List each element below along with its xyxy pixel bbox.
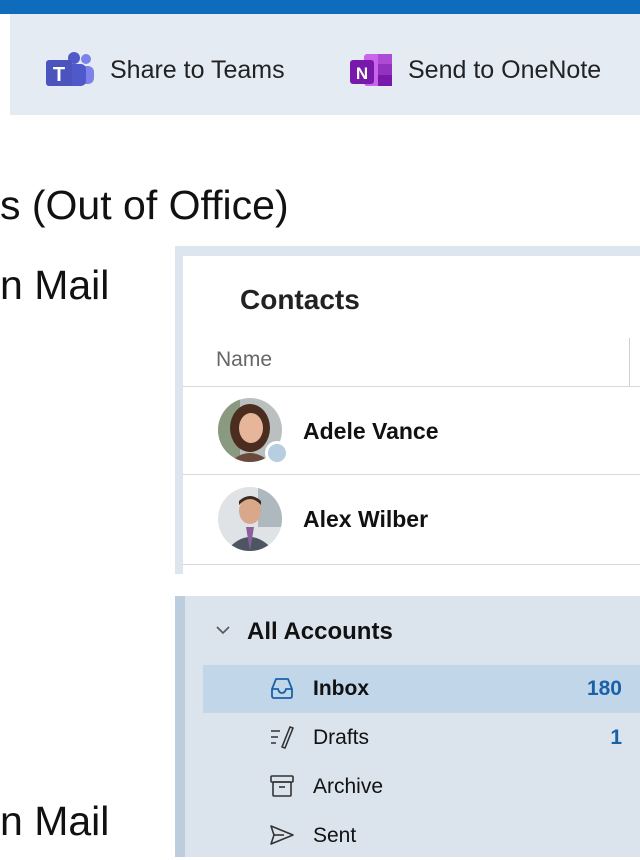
archive-icon — [270, 775, 294, 797]
contact-row-adele-vance[interactable]: Adele Vance — [183, 387, 640, 473]
onenote-icon: N — [350, 54, 392, 86]
share-to-teams-label: Share to Teams — [110, 55, 285, 84]
all-accounts-header[interactable]: All Accounts — [185, 596, 640, 664]
chevron-down-icon — [216, 626, 230, 635]
svg-text:T: T — [53, 64, 65, 86]
folder-name: Archive — [313, 775, 384, 798]
folder-name: Sent — [313, 824, 357, 847]
contact-name: Alex Wilber — [303, 506, 429, 532]
avatar — [218, 487, 282, 551]
share-to-teams-button[interactable]: T Share to Teams — [44, 50, 285, 90]
contacts-title: Contacts — [240, 284, 360, 315]
teams-icon: T — [46, 52, 94, 86]
column-divider[interactable] — [629, 338, 630, 386]
contacts-list: Contacts Name Adele Vance Alex Wilber — [183, 256, 640, 574]
inbox-icon — [271, 678, 293, 699]
slide-text-out-of-office: s (Out of Office) — [0, 182, 289, 228]
name-column-header[interactable]: Name — [216, 348, 272, 372]
folder-sent[interactable]: Sent — [203, 812, 640, 860]
send-to-onenote-button[interactable]: N Send to OneNote — [348, 50, 601, 90]
slide-text-mail-1: n Mail — [0, 262, 110, 308]
folder-name: Drafts — [313, 726, 370, 749]
contact-row-alex-wilber[interactable]: Alex Wilber — [183, 475, 640, 561]
contact-name: Adele Vance — [303, 418, 439, 444]
mail-folder-pane: All Accounts Inbox 180 Drafts 1 Archive — [175, 596, 640, 857]
sent-icon — [270, 825, 294, 845]
drafts-icon — [271, 726, 294, 749]
row-divider — [183, 564, 640, 565]
all-accounts-label: All Accounts — [247, 618, 393, 645]
contacts-panel: Contacts Name Adele Vance Alex Wilber — [175, 246, 640, 574]
folder-drafts[interactable]: Drafts 1 — [203, 714, 640, 762]
presence-away-indicator — [265, 441, 289, 465]
folder-inbox[interactable]: Inbox 180 — [203, 665, 640, 713]
unread-count: 180 — [586, 677, 622, 700]
slide-text-mail-2: n Mail — [0, 798, 110, 844]
ribbon-toolbar: T Share to Teams N Send to OneNote — [10, 14, 640, 115]
folder-name: Inbox — [313, 677, 369, 700]
unread-count: 1 — [610, 726, 622, 749]
pane-edge — [175, 596, 185, 857]
folder-archive[interactable]: Archive — [203, 763, 640, 811]
svg-text:N: N — [356, 64, 368, 83]
top-accent-bar — [0, 0, 640, 14]
send-to-onenote-label: Send to OneNote — [408, 55, 602, 84]
